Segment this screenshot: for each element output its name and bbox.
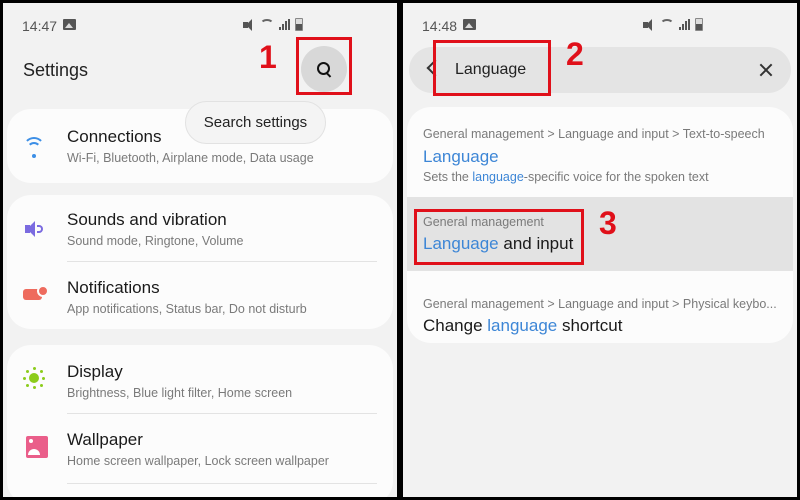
item-subtitle: App notifications, Status bar, Do not di… — [67, 302, 307, 316]
close-icon[interactable] — [757, 61, 775, 79]
item-subtitle: Sound mode, Ringtone, Volume — [67, 234, 244, 248]
annotation-box-3 — [414, 209, 584, 265]
mute-icon — [643, 18, 655, 31]
settings-item-sounds[interactable]: Sounds and vibration Sound mode, Rington… — [7, 195, 393, 261]
status-time: 14:47 — [22, 18, 58, 34]
image-notification-icon — [463, 19, 476, 30]
item-subtitle: Wi-Fi, Bluetooth, Airplane mode, Data us… — [67, 151, 314, 165]
item-title: Wallpaper — [67, 430, 143, 449]
settings-group-display: Display Brightness, Blue light filter, H… — [7, 345, 393, 497]
item-title: Notifications — [67, 278, 160, 297]
status-time: 14:48 — [422, 18, 458, 34]
search-result-item[interactable]: General management > Language and input … — [407, 107, 793, 197]
settings-group-sounds: Sounds and vibration Sound mode, Rington… — [7, 195, 393, 329]
item-subtitle: Home screen wallpaper, Lock screen wallp… — [67, 454, 329, 468]
item-title: Sounds and vibration — [67, 210, 227, 229]
item-subtitle: Brightness, Blue light filter, Home scre… — [67, 386, 293, 400]
item-title: Display — [67, 362, 123, 381]
annotation-box-2 — [433, 40, 551, 96]
brightness-icon — [23, 367, 45, 389]
search-settings-tooltip: Search settings — [185, 101, 326, 144]
annotation-number-3: 3 — [599, 205, 617, 241]
search-result-item[interactable]: General management > Language and input … — [407, 271, 793, 343]
wifi-icon — [23, 137, 45, 159]
settings-item-notifications[interactable]: Notifications App notifications, Status … — [7, 262, 393, 328]
annotation-number-1: 1 — [259, 39, 277, 75]
result-title: Change language shortcut — [423, 316, 623, 335]
settings-screen: 14:47 Settings 1 Search settings Connect… — [3, 3, 397, 497]
result-path: General management > Language and input … — [423, 127, 765, 141]
speaker-icon — [23, 220, 45, 242]
battery-icon — [695, 18, 703, 31]
notification-icon — [23, 285, 49, 307]
signal-icon — [279, 19, 290, 30]
item-title: Connections — [67, 127, 162, 146]
settings-item-display[interactable]: Display Brightness, Blue light filter, H… — [7, 345, 393, 413]
signal-icon — [679, 19, 690, 30]
result-description: Sets the language-specific voice for the… — [423, 170, 709, 184]
status-bar: 14:48 — [403, 3, 797, 43]
settings-item-wallpaper[interactable]: Wallpaper Home screen wallpaper, Lock sc… — [7, 414, 393, 482]
annotation-number-2: 2 — [566, 36, 584, 72]
search-results-screen: 14:48 Language 2 General management > La… — [403, 3, 797, 497]
result-path: General management > Language and input … — [423, 297, 777, 311]
wifi-status-icon — [260, 19, 274, 30]
mute-icon — [243, 18, 255, 31]
image-notification-icon — [63, 19, 76, 30]
annotation-box-1 — [296, 37, 352, 95]
page-title: Settings — [23, 60, 89, 80]
wifi-status-icon — [660, 19, 674, 30]
result-title: Language — [423, 147, 499, 166]
wallpaper-icon — [26, 436, 48, 458]
divider — [67, 483, 377, 484]
battery-icon — [295, 18, 303, 31]
